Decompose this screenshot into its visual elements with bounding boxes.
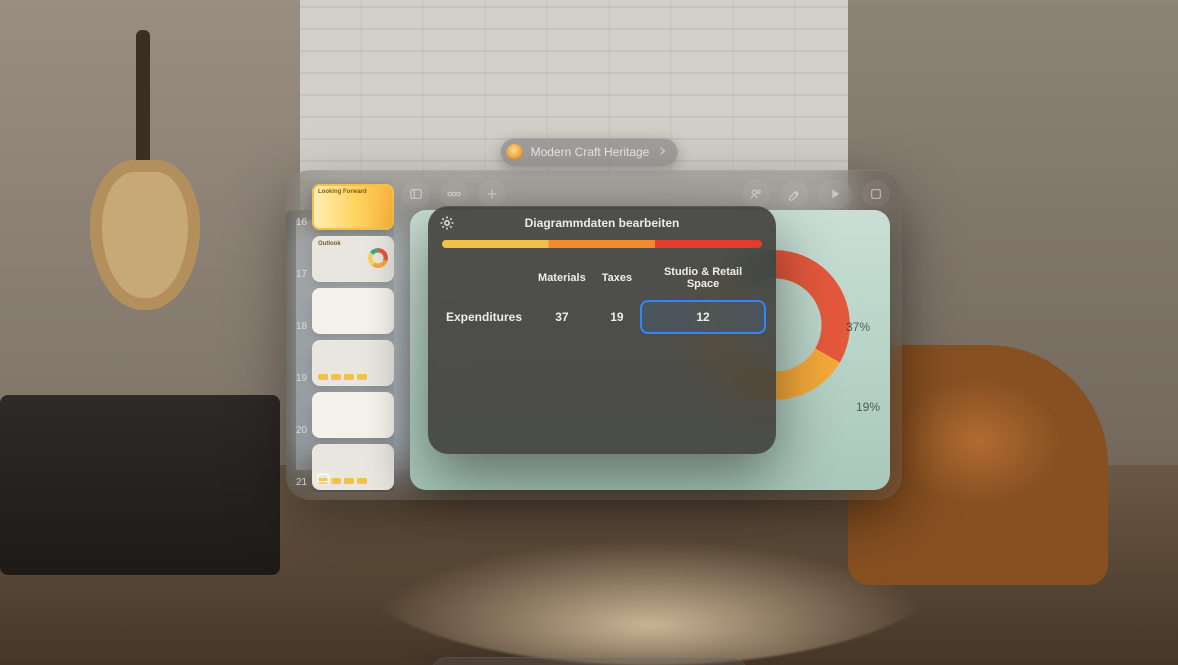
chart-data-popover: Diagrammdaten bearbeiten Materials Taxes… [428,206,776,454]
slide-mini-title: Outlook [318,241,341,247]
add-content-button[interactable] [478,180,506,208]
column-header[interactable]: Studio & Retail Space [640,256,766,300]
series-color-strip [442,240,762,248]
view-options-button[interactable] [440,180,468,208]
row-header[interactable]: Expenditures [438,300,530,334]
chart-data-table[interactable]: Materials Taxes Studio & Retail Space Ex… [438,256,766,334]
more-options-button[interactable] [862,180,890,208]
slide-thumbnail[interactable]: 20 [312,392,394,438]
slide-number: 19 [296,373,307,384]
table-corner [438,256,530,300]
slide-number: 20 [296,425,307,436]
data-cell[interactable]: 37 [530,300,594,334]
slide-number: 18 [296,321,307,332]
sidebar-toggle-button[interactable] [402,180,430,208]
bottom-toolbar: 52 % [429,657,748,665]
slide-number: 17 [296,269,307,280]
document-title-chip[interactable]: Modern Craft Heritage [501,138,678,166]
chart-data-label: 19% [856,400,880,414]
format-brush-button[interactable] [780,180,808,208]
slide-thumbnail[interactable]: 16Looking Forward [312,184,394,230]
column-header[interactable]: Taxes [594,256,640,300]
popover-title: Diagrammdaten bearbeiten [525,216,680,230]
chevron-right-icon [657,145,667,159]
slide-number: 16 [296,217,307,228]
data-cell[interactable]: 12 [640,300,766,334]
column-header[interactable]: Materials [530,256,594,300]
slide-mini-title: Looking Forward [318,189,367,195]
document-title: Modern Craft Heritage [531,145,650,159]
slide-thumbnail[interactable]: 18 [312,288,394,334]
slide-thumbnail[interactable]: 19 [312,340,394,386]
chart-data-label: 37% [846,320,870,334]
document-icon [507,144,523,160]
collaborate-button[interactable] [742,180,770,208]
slide-thumbnail[interactable]: 17Outlook [312,236,394,282]
data-cell[interactable]: 19 [594,300,640,334]
slide-number: 21 [296,477,307,488]
slide-thumbnails[interactable]: 16Looking Forward17Outlook18192021 [294,178,394,492]
gear-icon[interactable] [438,214,456,232]
slide-view-toggle[interactable] [312,470,334,486]
play-button[interactable] [818,180,852,208]
table-row: Expenditures 37 19 12 [438,300,766,334]
